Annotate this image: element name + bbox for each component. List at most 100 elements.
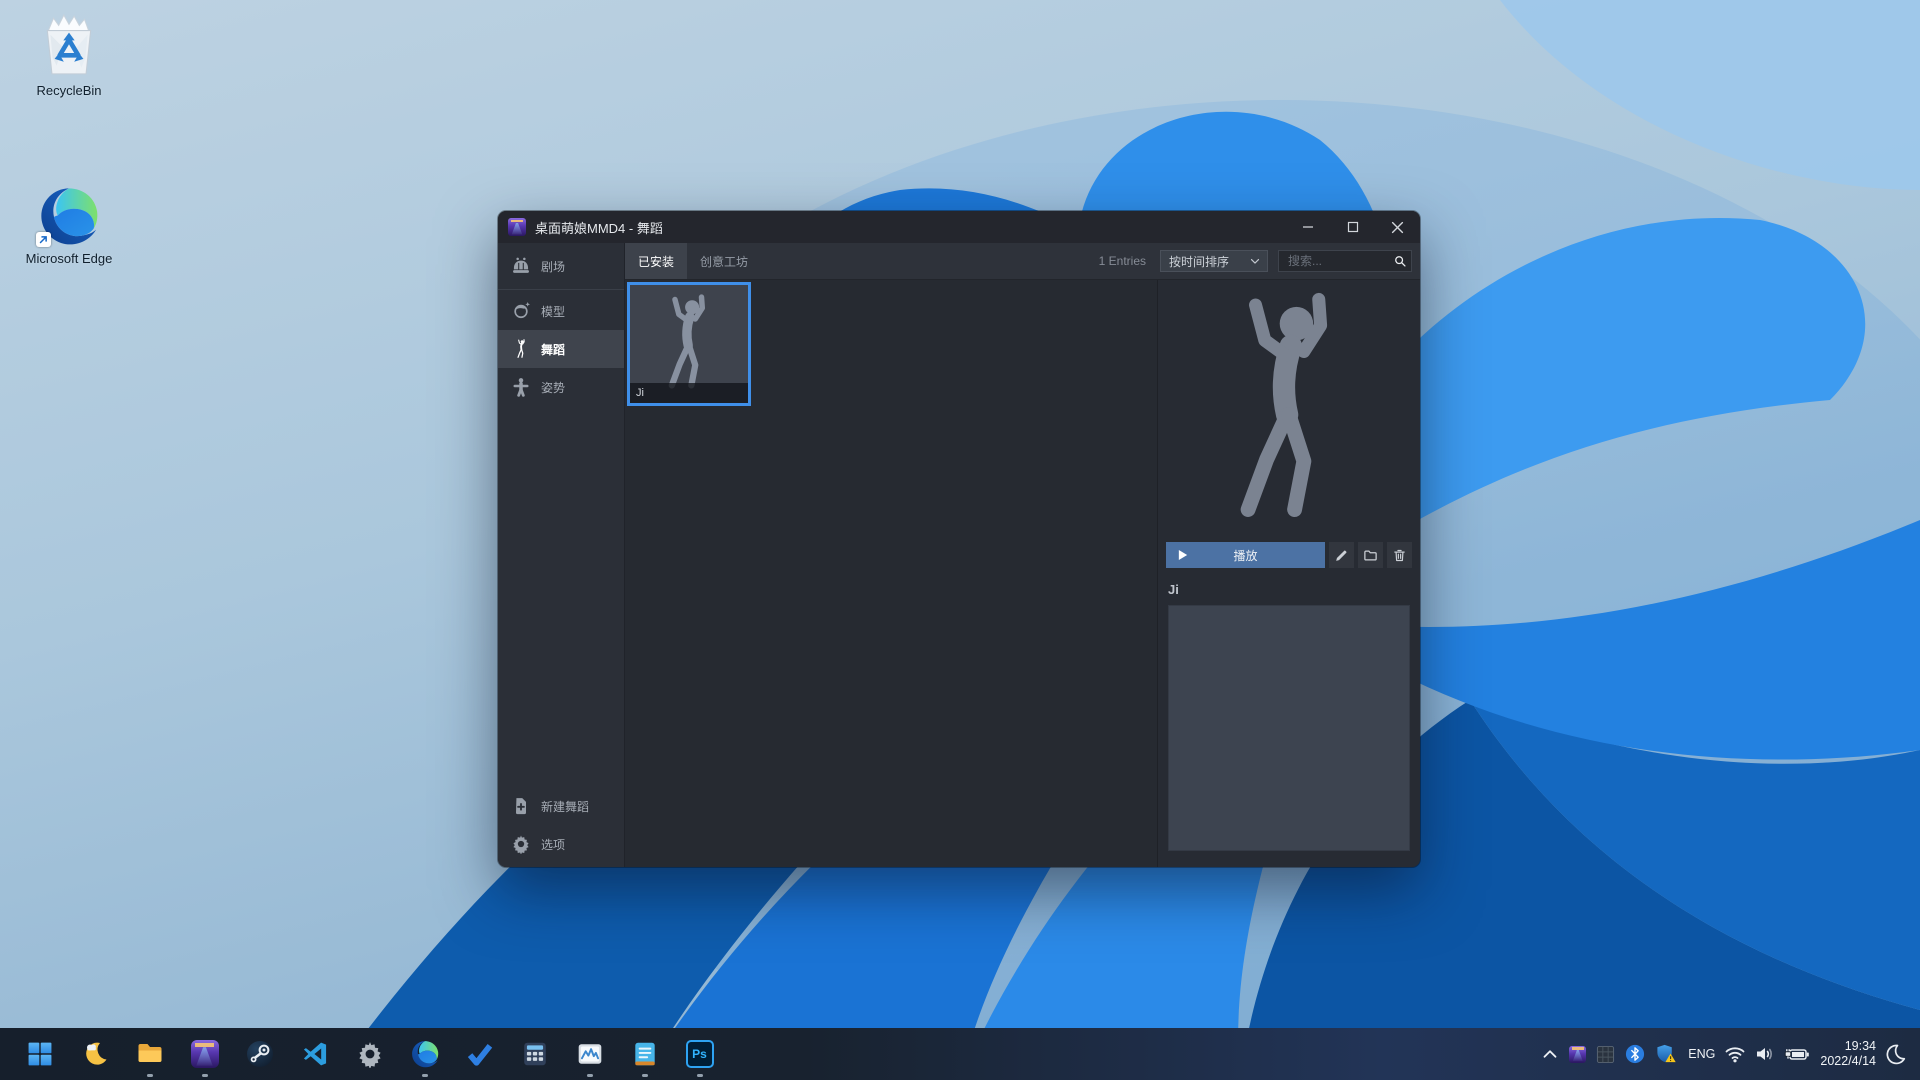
play-button[interactable]: 播放 <box>1166 542 1325 568</box>
tab-installed[interactable]: 已安装 <box>625 243 688 279</box>
taskbar-app-check[interactable] <box>452 1028 507 1080</box>
dancer-icon <box>511 339 531 359</box>
model-face-icon <box>511 301 531 321</box>
folder-icon <box>1363 548 1378 563</box>
file-explorer-icon <box>138 1044 161 1062</box>
taskbar-app-photoshop[interactable]: Ps <box>672 1028 727 1080</box>
sidebar-item-theater[interactable]: 剧场 <box>498 245 624 287</box>
open-folder-button[interactable] <box>1358 542 1383 568</box>
tray-volume[interactable] <box>1754 1043 1776 1065</box>
sidebar-item-pose[interactable]: 姿势 <box>498 368 624 406</box>
chevron-down-icon <box>1248 254 1262 268</box>
dance-preview <box>1158 280 1420 542</box>
tray-mmd-app[interactable] <box>1569 1045 1587 1063</box>
tray-battery[interactable] <box>1784 1043 1810 1065</box>
taskbar-start-button[interactable] <box>12 1028 67 1080</box>
dance-card-label: Ji <box>630 383 748 403</box>
new-file-icon <box>511 796 531 816</box>
mmd-app-window: 桌面萌娘MMD4 - 舞蹈 剧场 模型 舞蹈 姿势 新建舞蹈 选项 已安装 创意… <box>498 211 1420 867</box>
window-titlebar[interactable]: 桌面萌娘MMD4 - 舞蹈 <box>498 211 1420 243</box>
sort-dropdown-value: 按时间排序 <box>1169 254 1230 269</box>
windows-start-icon <box>28 1042 51 1066</box>
gear-icon <box>511 834 531 854</box>
weather-moon-icon <box>85 1042 106 1065</box>
taskbar-app-mmd[interactable] <box>177 1028 232 1080</box>
mmd-tray-icon <box>1569 1045 1587 1063</box>
sidebar-item-label: 剧场 <box>541 259 566 274</box>
bluetooth-icon <box>1626 1044 1645 1064</box>
photoshop-icon: Ps <box>685 1040 714 1068</box>
tray-security-shield[interactable] <box>1655 1043 1678 1065</box>
taskbar-app-notepad[interactable] <box>617 1028 672 1080</box>
sidebar-separator <box>498 289 624 290</box>
taskbar-widgets-weather[interactable] <box>67 1028 122 1080</box>
speaker-icon <box>1757 1048 1773 1060</box>
vscode-icon <box>303 1042 326 1066</box>
search-box[interactable] <box>1278 250 1412 272</box>
minimize-button[interactable] <box>1285 211 1330 243</box>
tray-chevron-up-button[interactable] <box>1539 1043 1561 1065</box>
tray-grid-app[interactable] <box>1596 1045 1615 1064</box>
running-indicator <box>641 1074 648 1077</box>
theater-icon <box>511 256 531 276</box>
sort-dropdown[interactable]: 按时间排序 <box>1160 250 1268 272</box>
tray-clock[interactable]: 19:34 2022/4/14 <box>1820 1039 1876 1069</box>
running-indicator <box>201 1074 208 1077</box>
sidebar-item-options[interactable]: 选项 <box>498 825 624 863</box>
mmd-app-icon <box>190 1040 219 1068</box>
sidebar-item-model[interactable]: 模型 <box>498 292 624 330</box>
taskbar-app-steam[interactable] <box>232 1028 287 1080</box>
desktop-icon-label: RecycleBin <box>36 83 102 98</box>
taskbar: Ps ENG 19:34 2022/4/14 <box>0 1028 1920 1080</box>
sidebar-item-dance[interactable]: 舞蹈 <box>498 330 624 368</box>
tab-label: 已安装 <box>638 254 675 269</box>
taskbar-app-file-explorer[interactable] <box>122 1028 177 1080</box>
taskbar-app-task-manager[interactable] <box>562 1028 617 1080</box>
running-indicator <box>146 1074 153 1077</box>
taskbar-app-settings[interactable] <box>342 1028 397 1080</box>
toolbar: 已安装 创意工坊 1 Entries 按时间排序 <box>625 243 1420 280</box>
dancer-preview-icon <box>1228 292 1350 530</box>
pencil-icon <box>1334 548 1349 563</box>
taskbar-app-calculator[interactable] <box>507 1028 562 1080</box>
maximize-icon <box>1347 221 1358 233</box>
search-input[interactable] <box>1286 253 1393 269</box>
detail-panel: 播放 Ji <box>1157 280 1420 867</box>
play-button-label: 播放 <box>1233 548 1258 563</box>
desktop-icon-recycle-bin[interactable]: RecycleBin <box>10 12 128 99</box>
security-shield-icon <box>1657 1044 1676 1063</box>
tray-date: 2022/4/14 <box>1820 1054 1876 1068</box>
taskbar-app-edge[interactable] <box>397 1028 452 1080</box>
maximize-button[interactable] <box>1330 211 1375 243</box>
tray-language-indicator[interactable]: ENG <box>1688 1047 1715 1061</box>
sidebar-item-label: 舞蹈 <box>541 342 566 357</box>
desktop-icon-microsoft-edge[interactable]: Microsoft Edge <box>10 186 128 267</box>
tab-workshop[interactable]: 创意工坊 <box>687 243 761 279</box>
edit-button[interactable] <box>1329 542 1354 568</box>
sidebar-item-label: 新建舞蹈 <box>541 799 590 814</box>
desktop-screen: RecycleBin Microsoft Edge 桌面萌娘MMD4 - 舞蹈 <box>0 0 1920 1080</box>
minimize-icon <box>1302 226 1313 228</box>
dance-list: Ji <box>625 280 1157 867</box>
search-icon <box>1393 254 1407 268</box>
tray-focus-assist[interactable] <box>1884 1043 1906 1065</box>
running-indicator <box>586 1074 593 1077</box>
taskbar-app-vscode[interactable] <box>287 1028 342 1080</box>
calculator-icon <box>523 1042 546 1066</box>
close-button[interactable] <box>1375 211 1420 243</box>
desktop-icon-label: Microsoft Edge <box>25 251 113 266</box>
dance-card-ji[interactable]: Ji <box>627 282 751 406</box>
shortcut-arrow-icon <box>36 232 51 247</box>
system-tray: ENG 19:34 2022/4/14 <box>1539 1028 1920 1080</box>
tray-wifi[interactable] <box>1724 1043 1746 1065</box>
sidebar-item-new-dance[interactable]: 新建舞蹈 <box>498 787 624 825</box>
trash-icon <box>1392 548 1407 563</box>
window-title: 桌面萌娘MMD4 - 舞蹈 <box>535 220 663 236</box>
notepad-icon <box>634 1042 655 1066</box>
tray-bluetooth[interactable] <box>1625 1044 1645 1064</box>
photoshop-icon-label: Ps <box>692 1047 707 1061</box>
running-indicator <box>421 1074 428 1077</box>
sidebar-item-label: 模型 <box>541 304 566 319</box>
delete-button[interactable] <box>1387 542 1412 568</box>
